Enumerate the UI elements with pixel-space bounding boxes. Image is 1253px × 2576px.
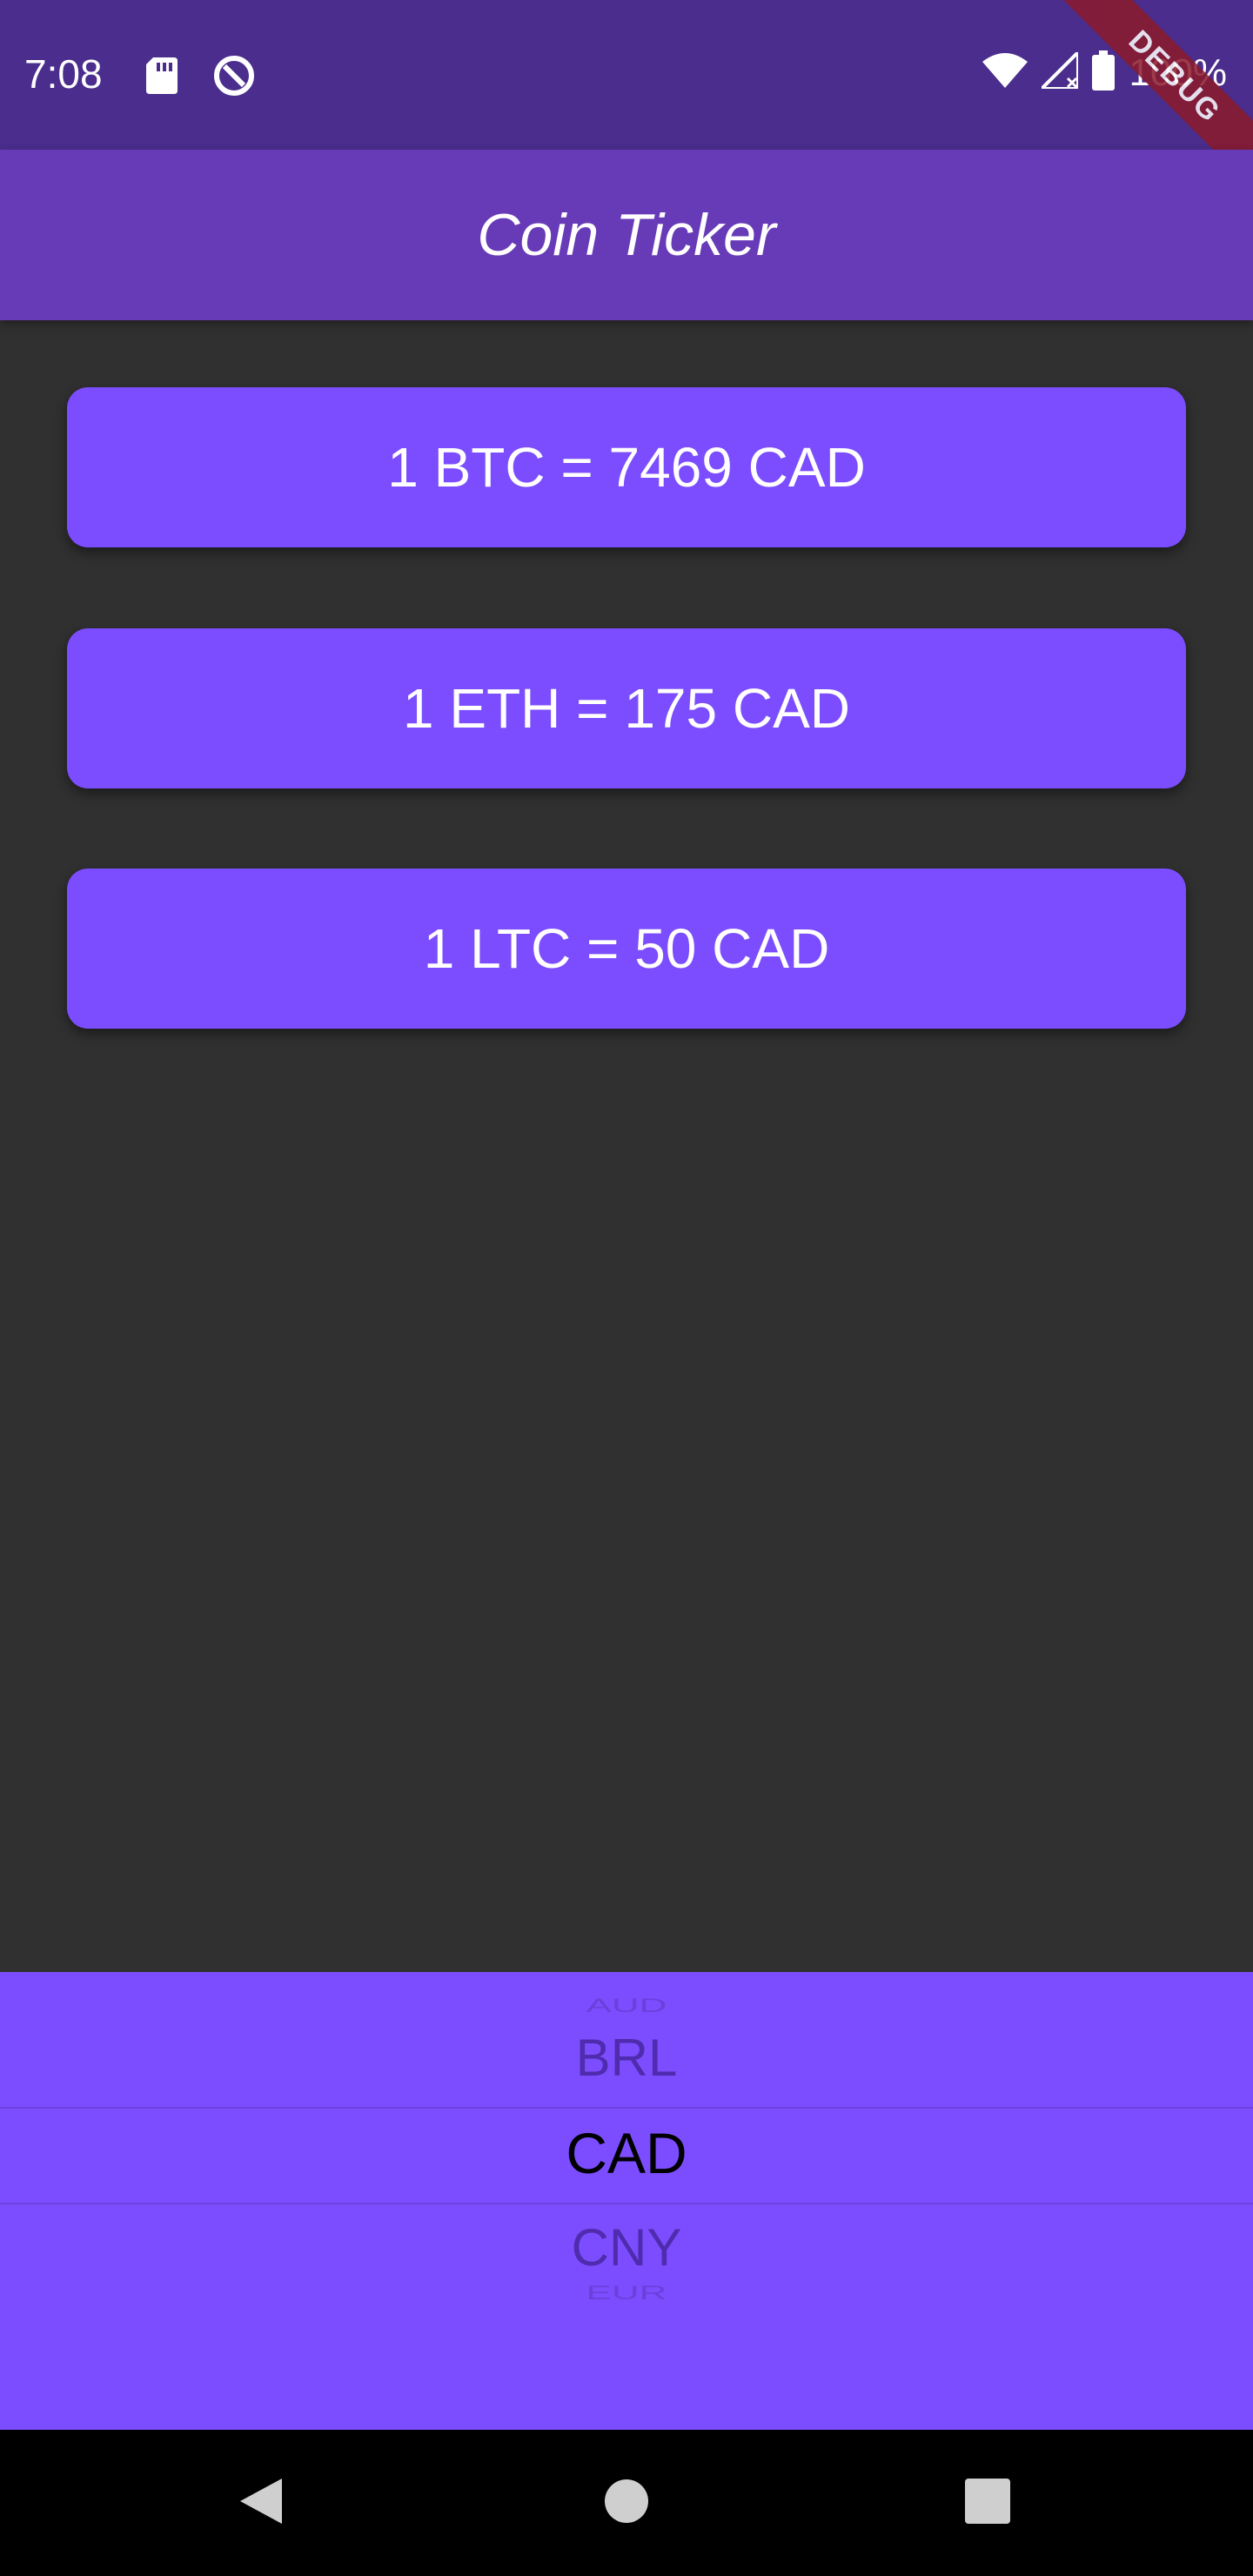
status-left-icons	[146, 54, 256, 102]
status-bar: 7:08 100% DEBUG	[0, 0, 1253, 205]
back-button[interactable]	[209, 2430, 313, 2576]
picker-option-aud[interactable]: AUD	[0, 1996, 1253, 2017]
picker-option-cad-selected[interactable]: CAD	[0, 2120, 1253, 2186]
ticker-card-btc: 1 BTC = 7469 CAD	[67, 387, 1186, 547]
navigation-bar	[0, 2430, 1253, 2576]
status-time: 7:08	[24, 51, 103, 97]
picker-option-eur[interactable]: EUR	[0, 2283, 1253, 2304]
ticker-card-ltc: 1 LTC = 50 CAD	[67, 869, 1186, 1029]
app-bar: Coin Ticker	[0, 150, 1253, 320]
picker-option-cny[interactable]: CNY	[0, 2217, 1253, 2277]
app-title: Coin Ticker	[477, 202, 776, 268]
wifi-icon	[982, 53, 1029, 92]
sd-card-icon	[146, 57, 178, 98]
ticker-card-eth: 1 ETH = 175 CAD	[67, 628, 1186, 788]
battery-icon	[1092, 50, 1116, 95]
home-button[interactable]	[574, 2430, 679, 2576]
recents-icon	[965, 2478, 1010, 2528]
data-saver-icon	[212, 54, 256, 102]
picker-option-brl[interactable]: BRL	[0, 2028, 1253, 2088]
signal-icon	[1037, 48, 1081, 93]
currency-picker[interactable]: AUD BRL CAD CNY EUR	[0, 1972, 1253, 2430]
back-icon	[237, 2475, 285, 2532]
recents-button[interactable]	[935, 2430, 1040, 2576]
home-icon	[602, 2477, 651, 2530]
